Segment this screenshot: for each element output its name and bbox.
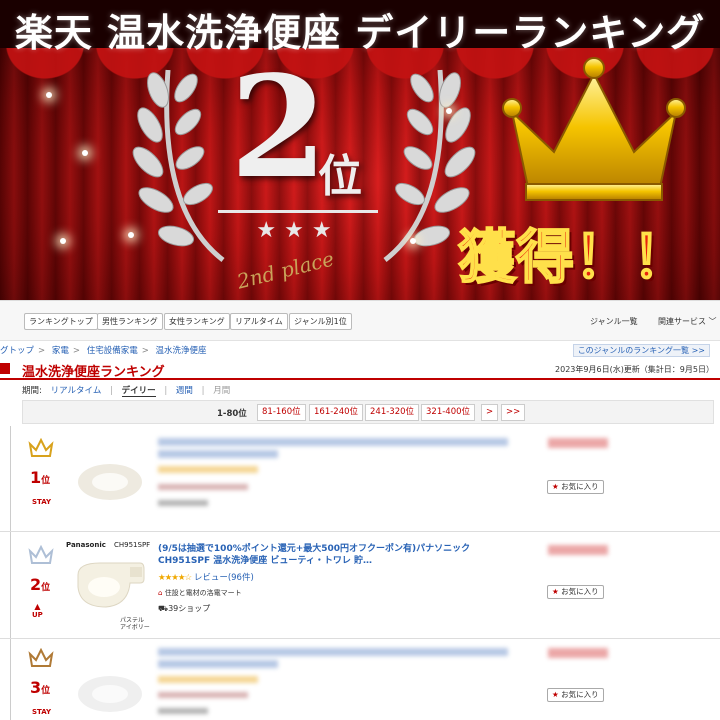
updated-date: 2023年9月6日(水)更新（集計日：9月5日） bbox=[555, 365, 714, 374]
period-daily[interactable]: デイリー bbox=[121, 386, 156, 397]
rank-status: ▲ UP bbox=[32, 602, 43, 620]
pager-link[interactable]: 241-320位 bbox=[365, 404, 420, 421]
rank-unit: 位 bbox=[318, 151, 362, 202]
rank-number: 2 bbox=[230, 46, 328, 210]
rank-number: 3位 bbox=[30, 678, 51, 697]
product-color-note: パステル アイボリー bbox=[120, 617, 150, 631]
bronze-crown-icon bbox=[28, 648, 54, 667]
product-model: CH951SPF bbox=[114, 541, 151, 549]
ranking-banner: 楽天 温水洗浄便座 デイリーランキング 2 位 ★★★ 2nd place 獲得… bbox=[0, 0, 720, 300]
truck-icon: ⛟ bbox=[158, 604, 169, 613]
rating-stars: ★★★★☆ bbox=[158, 573, 192, 583]
ranking-item: 1位 STAY ★ お気に入り bbox=[0, 426, 720, 532]
product-image[interactable] bbox=[70, 446, 150, 506]
gold-crown-icon bbox=[502, 57, 686, 201]
star-icon: ★ bbox=[552, 482, 559, 491]
sparkle-icon bbox=[60, 238, 66, 244]
sub-navigation: ランキングトップ 男性ランキング 女性ランキング リアルタイム ジャンル別1位 … bbox=[0, 301, 720, 341]
product-image[interactable] bbox=[70, 656, 150, 716]
ranking-page: ランキングトップ 男性ランキング 女性ランキング リアルタイム ジャンル別1位 … bbox=[0, 300, 720, 720]
product-brand: Panasonic bbox=[66, 541, 106, 549]
product-name-link[interactable]: (9/5は抽選で100%ポイント還元+最大500円オフクーポン有)パナソニック … bbox=[158, 543, 520, 567]
pager-link[interactable]: 321-400位 bbox=[421, 404, 476, 421]
star-icon: ★ bbox=[552, 587, 559, 596]
rank-status: STAY bbox=[32, 498, 52, 506]
period-monthly[interactable]: 月間 bbox=[213, 386, 230, 396]
pager-next[interactable]: > bbox=[481, 404, 499, 421]
left-laurel-icon bbox=[132, 69, 225, 262]
house-icon: ⌂ bbox=[158, 589, 163, 597]
rank-status: STAY bbox=[32, 708, 52, 716]
sparkle-icon bbox=[410, 238, 416, 244]
pager-link[interactable]: 161-240位 bbox=[309, 404, 364, 421]
silver-crown-icon bbox=[28, 545, 54, 564]
breadcrumb-item[interactable]: 家電 bbox=[52, 346, 69, 356]
breadcrumb-item[interactable]: 住宅設備家電 bbox=[87, 346, 138, 356]
ranking-item: 3位 STAY ★ お気に入り bbox=[0, 640, 720, 720]
pager-last[interactable]: >> bbox=[501, 404, 526, 421]
product-image[interactable] bbox=[70, 553, 150, 613]
rank-number: 1位 bbox=[30, 468, 51, 487]
title-marker bbox=[0, 363, 10, 374]
page-title: 温水洗浄便座ランキング bbox=[22, 365, 165, 380]
up-arrow-icon: ▲ bbox=[34, 602, 41, 611]
shop-mark[interactable]: ⌂ 住設と電材の洛電マート bbox=[158, 588, 242, 598]
favorite-button[interactable]: ★ お気に入り bbox=[547, 688, 604, 702]
sparkle-icon bbox=[46, 92, 52, 98]
achieved-text: 獲得！！ bbox=[457, 222, 691, 292]
sparkle-icon bbox=[446, 108, 452, 114]
rank-stars: ★★★ bbox=[256, 218, 340, 243]
pager-link[interactable]: 81-160位 bbox=[257, 404, 306, 421]
banner-title: 楽天 温水洗浄便座 デイリーランキング bbox=[14, 11, 706, 55]
nav-realtime-button[interactable]: リアルタイム bbox=[230, 313, 288, 330]
ranking-item: 2位 ▲ UP Panasonic CH951SPF パステル アイボリー (9… bbox=[0, 533, 720, 639]
nav-ranking-top-button[interactable]: ランキングトップ bbox=[24, 313, 98, 330]
pagination: 1-80位 81-160位 161-240位 241-320位 321-400位… bbox=[22, 400, 714, 424]
review-link[interactable]: ★★★★☆ レビュー(96件) bbox=[158, 571, 254, 583]
nav-male-ranking-button[interactable]: 男性ランキング bbox=[97, 313, 163, 330]
star-icon: ★ bbox=[552, 690, 559, 699]
rank-number: 2位 bbox=[30, 575, 51, 594]
breadcrumb-item[interactable]: グトップ bbox=[0, 346, 34, 356]
sparkle-icon bbox=[128, 232, 134, 238]
period-weekly[interactable]: 週間 bbox=[176, 386, 193, 396]
period-selector: 期間: リアルタイム | デイリー | 週間 | 月間 bbox=[22, 386, 231, 397]
period-label: 期間: bbox=[22, 386, 42, 396]
shop-count-link[interactable]: ⛟39ショップ bbox=[158, 603, 210, 614]
period-realtime[interactable]: リアルタイム bbox=[51, 386, 102, 396]
ranking-title-bar: 温水洗浄便座ランキング 2023年9月6日(水)更新（集計日：9月5日） bbox=[0, 358, 720, 380]
breadcrumb-item[interactable]: 温水洗浄便座 bbox=[156, 346, 207, 356]
gold-crown-icon bbox=[28, 438, 54, 457]
genre-ranking-list-link[interactable]: このジャンルのランキング一覧 >> bbox=[572, 344, 710, 357]
related-services-menu[interactable]: 関連サービス ﹀ bbox=[658, 316, 717, 327]
breadcrumb: グトップ > 家電 > 住宅設備家電 > 温水洗浄便座 このジャンルのランキング一覧 … bbox=[0, 344, 720, 358]
sparkle-icon bbox=[82, 150, 88, 156]
pager-current: 1-80位 bbox=[217, 409, 247, 419]
favorite-button[interactable]: ★ お気に入り bbox=[547, 480, 604, 494]
genre-list-link[interactable]: ジャンル一覧 bbox=[590, 316, 638, 327]
rank-underline bbox=[218, 210, 378, 213]
favorite-button[interactable]: ★ お気に入り bbox=[547, 585, 604, 599]
nav-female-ranking-button[interactable]: 女性ランキング bbox=[164, 313, 230, 330]
nav-genre-first-button[interactable]: ジャンル別1位 bbox=[289, 313, 352, 330]
